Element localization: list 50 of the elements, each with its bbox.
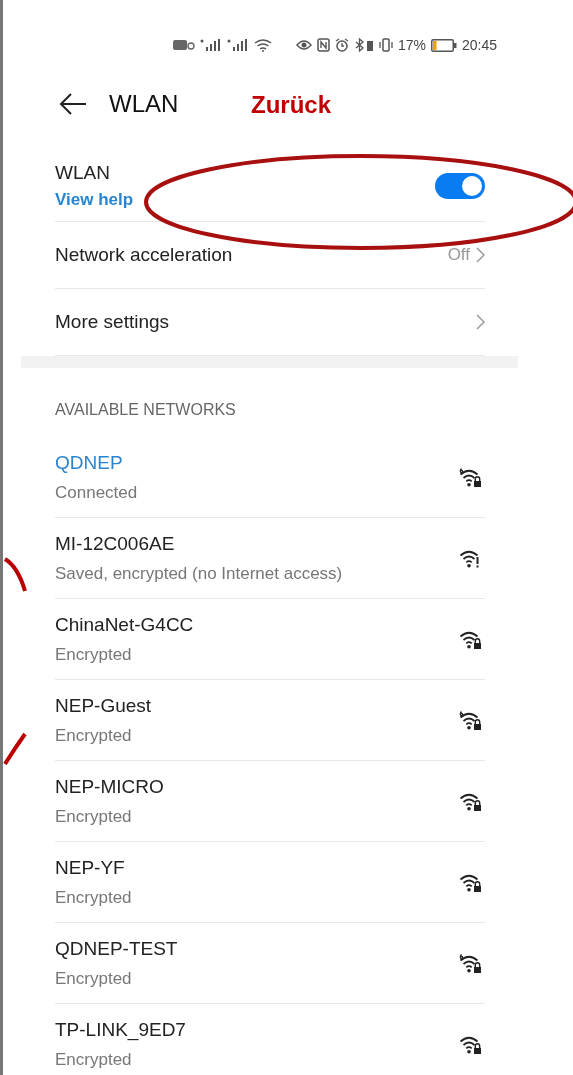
network-item[interactable]: QDNEP-TEST Encrypted — [55, 923, 485, 1004]
network-status: Encrypted — [55, 725, 133, 746]
network-status: Saved, encrypted (no Internet access) — [55, 563, 343, 584]
network-status: Encrypted — [55, 644, 133, 665]
chevron-right-icon — [476, 314, 485, 330]
network-name: QDNEP — [55, 451, 124, 474]
wlan-label: WLAN — [55, 162, 110, 183]
chevron-right-icon — [476, 247, 485, 263]
network-status: Encrypted — [55, 1049, 133, 1070]
signal-icon — [199, 39, 222, 51]
network-item[interactable]: NEP-MICRO Encrypted — [55, 761, 485, 842]
setting-value: Off — [447, 245, 470, 265]
clock-time: 20:45 — [461, 37, 497, 53]
annotation-label: Zurück — [251, 91, 331, 119]
network-name: QDNEP-TEST — [55, 937, 178, 960]
network-name: ChinaNet-G4CC — [55, 613, 194, 636]
eye-icon — [295, 39, 312, 51]
section-title: AVAILABLE NETWORKS — [55, 400, 237, 420]
network-item[interactable]: ChinaNet-G4CC Encrypted — [55, 599, 485, 680]
network-name: NEP-MICRO — [55, 775, 164, 798]
network-name: NEP-Guest — [55, 694, 152, 717]
wlan-toggle[interactable] — [435, 173, 485, 199]
network-name: TP-LINK_9ED7 — [55, 1018, 186, 1041]
network-item[interactable]: NEP-Guest Encrypted — [55, 680, 485, 761]
back-button[interactable] — [57, 91, 89, 117]
battery-percent: 17% — [397, 37, 426, 53]
wifi-icon — [253, 38, 272, 52]
settings-row[interactable]: Network acceleration Off — [55, 222, 485, 289]
annotation-stroke — [3, 557, 27, 592]
network-name: MI-12C006AE — [55, 532, 176, 555]
network-item[interactable]: QDNEP Connected — [55, 437, 485, 518]
network-name: NEP-YF — [55, 856, 126, 879]
page-title: WLAN — [109, 90, 179, 118]
network-item[interactable]: MI-12C006AE Saved, encrypted (no Internet access) — [55, 518, 485, 599]
back-arrow-icon — [59, 93, 87, 115]
network-status: Connected — [55, 482, 138, 503]
network-status: Encrypted — [55, 887, 132, 908]
network-status: Encrypted — [55, 968, 133, 989]
bluetooth-battery-icon — [353, 38, 374, 52]
alarm-icon — [334, 38, 349, 52]
network-item[interactable]: NEP-YF Encrypted — [55, 842, 485, 923]
network-item[interactable]: TP-LINK_9ED7 Encrypted — [55, 1004, 485, 1075]
network-status: Encrypted — [55, 806, 133, 827]
vibrate-icon — [378, 38, 393, 52]
signal-icon — [226, 39, 249, 51]
nfc-icon — [316, 38, 330, 52]
view-help-link[interactable]: View help — [55, 190, 134, 210]
annotation-stroke — [3, 732, 27, 766]
hd-icon — [172, 39, 195, 51]
battery-icon — [430, 38, 457, 52]
